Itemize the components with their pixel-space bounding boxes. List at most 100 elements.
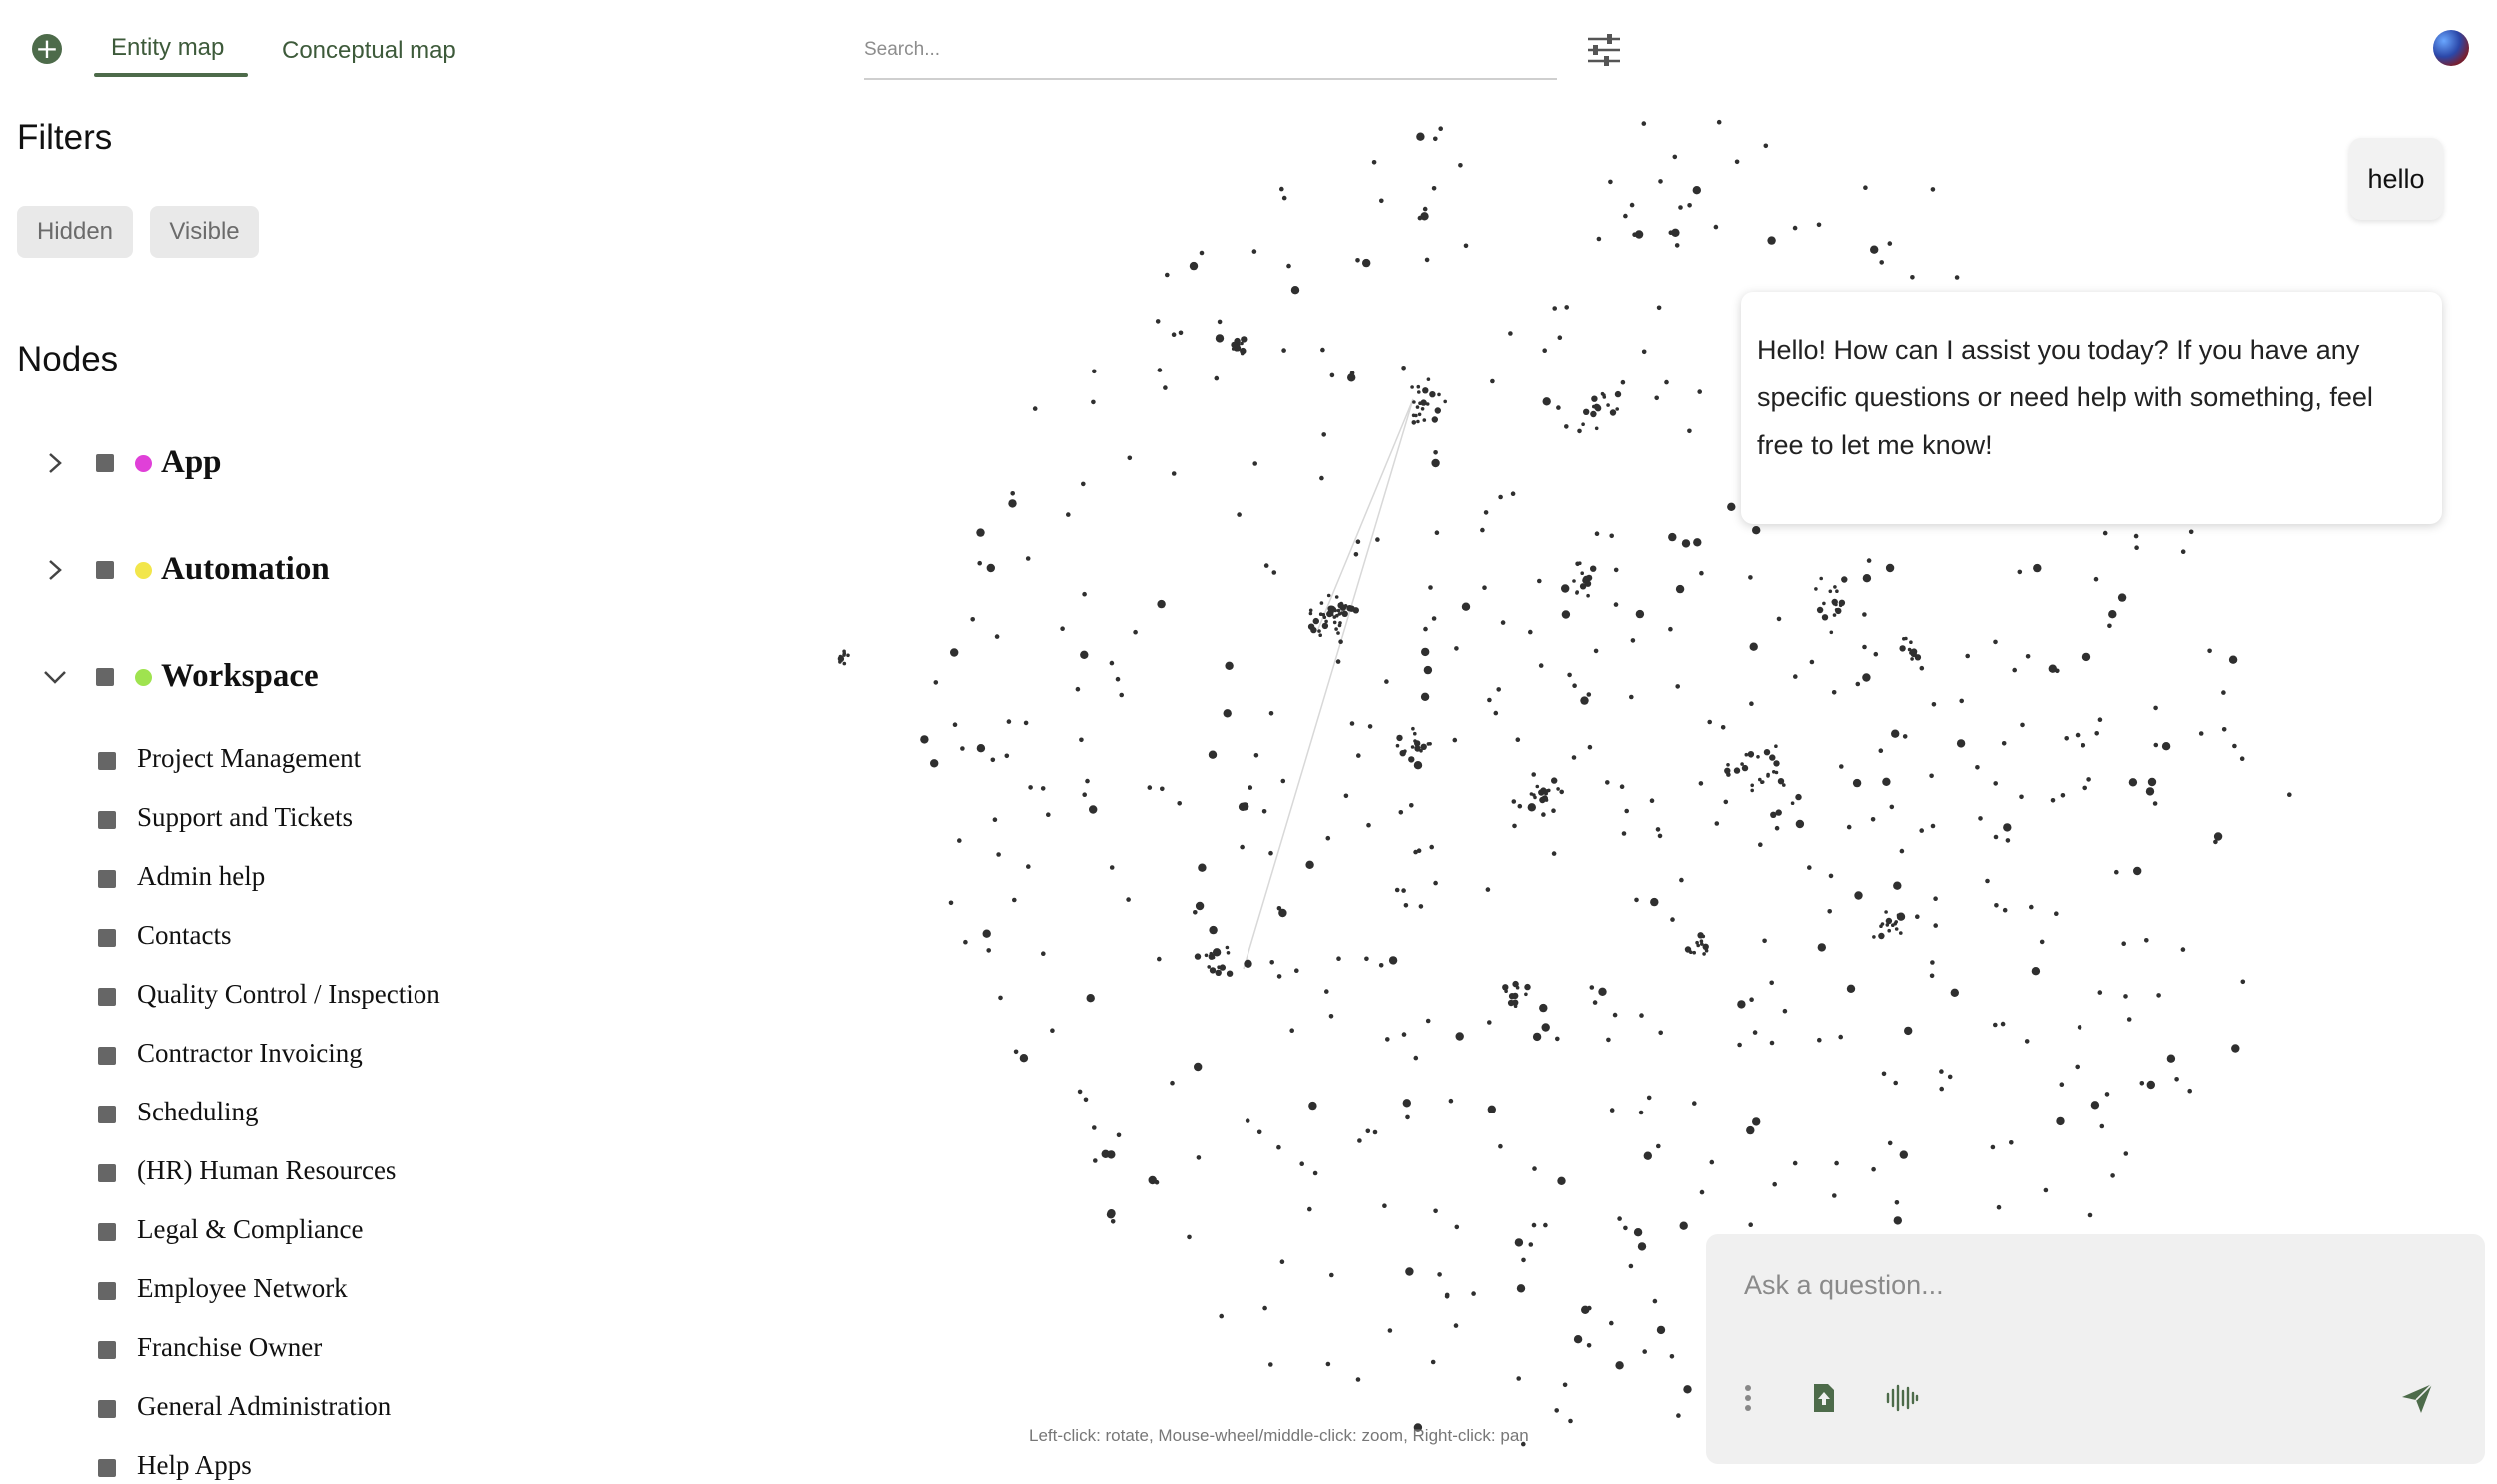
graph-node[interactable]	[1692, 950, 1696, 955]
graph-node[interactable]	[1956, 739, 1966, 748]
graph-node[interactable]	[1433, 1208, 1438, 1214]
graph-node[interactable]	[1720, 725, 1726, 730]
graph-node[interactable]	[1975, 765, 1980, 770]
graph-node[interactable]	[1223, 709, 1232, 718]
graph-node[interactable]	[1417, 412, 1422, 417]
graph-node[interactable]	[1318, 633, 1322, 637]
graph-node[interactable]	[1438, 126, 1443, 131]
graph-node[interactable]	[1716, 119, 1722, 125]
graph-node[interactable]	[1542, 397, 1551, 406]
graph-node[interactable]	[1362, 258, 1371, 268]
graph-node[interactable]	[1669, 1354, 1675, 1359]
graph-node[interactable]	[1887, 1140, 1893, 1146]
graph-node[interactable]	[1279, 1259, 1285, 1264]
graph-node[interactable]	[1539, 1003, 1548, 1013]
graph-node[interactable]	[1004, 753, 1010, 759]
graph-node[interactable]	[1634, 897, 1639, 903]
graph-node[interactable]	[1993, 639, 1998, 645]
visibility-toggle[interactable]	[98, 752, 116, 770]
graph-node[interactable]	[1613, 602, 1619, 607]
graph-node[interactable]	[1198, 863, 1207, 872]
graph-node[interactable]	[1421, 647, 1430, 657]
graph-node[interactable]	[1433, 880, 1438, 886]
graph-node[interactable]	[1516, 1376, 1521, 1381]
graph-node[interactable]	[2094, 731, 2099, 736]
graph-node[interactable]	[1637, 1242, 1647, 1251]
graph-node[interactable]	[1693, 538, 1702, 547]
graph-node[interactable]	[1866, 558, 1872, 563]
graph-node[interactable]	[2187, 1088, 2192, 1094]
graph-node[interactable]	[1334, 595, 1339, 599]
graph-node[interactable]	[1333, 608, 1337, 613]
graph-node[interactable]	[2003, 823, 2012, 832]
graph-node[interactable]	[1834, 608, 1839, 612]
graph-node[interactable]	[1557, 1176, 1566, 1186]
graph-node[interactable]	[1587, 744, 1593, 750]
graph-node[interactable]	[2001, 741, 2007, 746]
graph-node[interactable]	[1821, 614, 1829, 621]
graph-node[interactable]	[1529, 792, 1534, 796]
graph-node[interactable]	[1410, 745, 1415, 749]
graph-node[interactable]	[1707, 719, 1712, 725]
visibility-toggle[interactable]	[98, 1047, 116, 1065]
graph-node[interactable]	[998, 995, 1003, 1001]
graph-node[interactable]	[1910, 275, 1915, 280]
graph-node[interactable]	[1189, 261, 1199, 271]
graph-node[interactable]	[1543, 1222, 1548, 1228]
graph-node[interactable]	[1268, 850, 1273, 856]
graph-node[interactable]	[1556, 787, 1560, 791]
graph-node[interactable]	[1364, 956, 1369, 962]
graph-node[interactable]	[1338, 639, 1343, 644]
graph-node[interactable]	[1211, 955, 1216, 960]
graph-node[interactable]	[1539, 791, 1544, 795]
graph-node[interactable]	[1575, 590, 1579, 594]
graph-node[interactable]	[1075, 686, 1081, 692]
graph-node[interactable]	[2123, 994, 2128, 999]
graph-node[interactable]	[1910, 657, 1914, 661]
graph-node[interactable]	[1776, 616, 1782, 622]
graph-node[interactable]	[1089, 805, 1098, 814]
graph-node[interactable]	[1623, 213, 1628, 219]
graph-node[interactable]	[1305, 860, 1314, 869]
graph-node[interactable]	[1208, 750, 1218, 759]
graph-node[interactable]	[1854, 891, 1863, 900]
graph-node[interactable]	[1737, 1042, 1742, 1048]
graph-node[interactable]	[1749, 701, 1754, 706]
graph-node[interactable]	[1431, 616, 1437, 621]
graph-node[interactable]	[1498, 494, 1503, 500]
graph-node[interactable]	[1147, 785, 1153, 790]
graph-node[interactable]	[1807, 865, 1812, 870]
graph-node[interactable]	[1862, 612, 1867, 617]
graph-node[interactable]	[1253, 753, 1259, 758]
graph-node[interactable]	[1423, 626, 1428, 632]
graph-node[interactable]	[1403, 749, 1407, 753]
graph-node[interactable]	[1862, 673, 1871, 682]
graph-node[interactable]	[1750, 788, 1754, 793]
graph-node[interactable]	[1437, 392, 1441, 397]
graph-node[interactable]	[1245, 1118, 1250, 1123]
graph-node[interactable]	[1893, 1216, 1903, 1225]
graph-node[interactable]	[1008, 499, 1017, 508]
graph-node[interactable]	[1424, 257, 1430, 263]
visibility-toggle[interactable]	[98, 1223, 116, 1241]
graph-node[interactable]	[1429, 844, 1434, 850]
graph-node[interactable]	[1612, 1012, 1618, 1018]
graph-node[interactable]	[930, 759, 939, 768]
graph-node[interactable]	[1195, 901, 1205, 911]
graph-node[interactable]	[1675, 584, 1685, 594]
graph-node[interactable]	[1066, 512, 1071, 517]
graph-node[interactable]	[920, 735, 929, 744]
graph-node[interactable]	[1225, 945, 1230, 950]
graph-node[interactable]	[2156, 993, 2161, 998]
graph-node[interactable]	[2012, 667, 2017, 673]
graph-node[interactable]	[1676, 1413, 1681, 1418]
graph-node[interactable]	[1487, 1105, 1496, 1113]
graph-node[interactable]	[1343, 793, 1349, 799]
graph-node[interactable]	[1931, 702, 1937, 707]
graph-node[interactable]	[1458, 163, 1463, 168]
graph-node[interactable]	[1448, 1098, 1454, 1104]
graph-node[interactable]	[1557, 335, 1563, 340]
graph-node[interactable]	[1515, 985, 1520, 990]
graph-node[interactable]	[2139, 1081, 2145, 1086]
graph-node[interactable]	[1893, 881, 1902, 890]
